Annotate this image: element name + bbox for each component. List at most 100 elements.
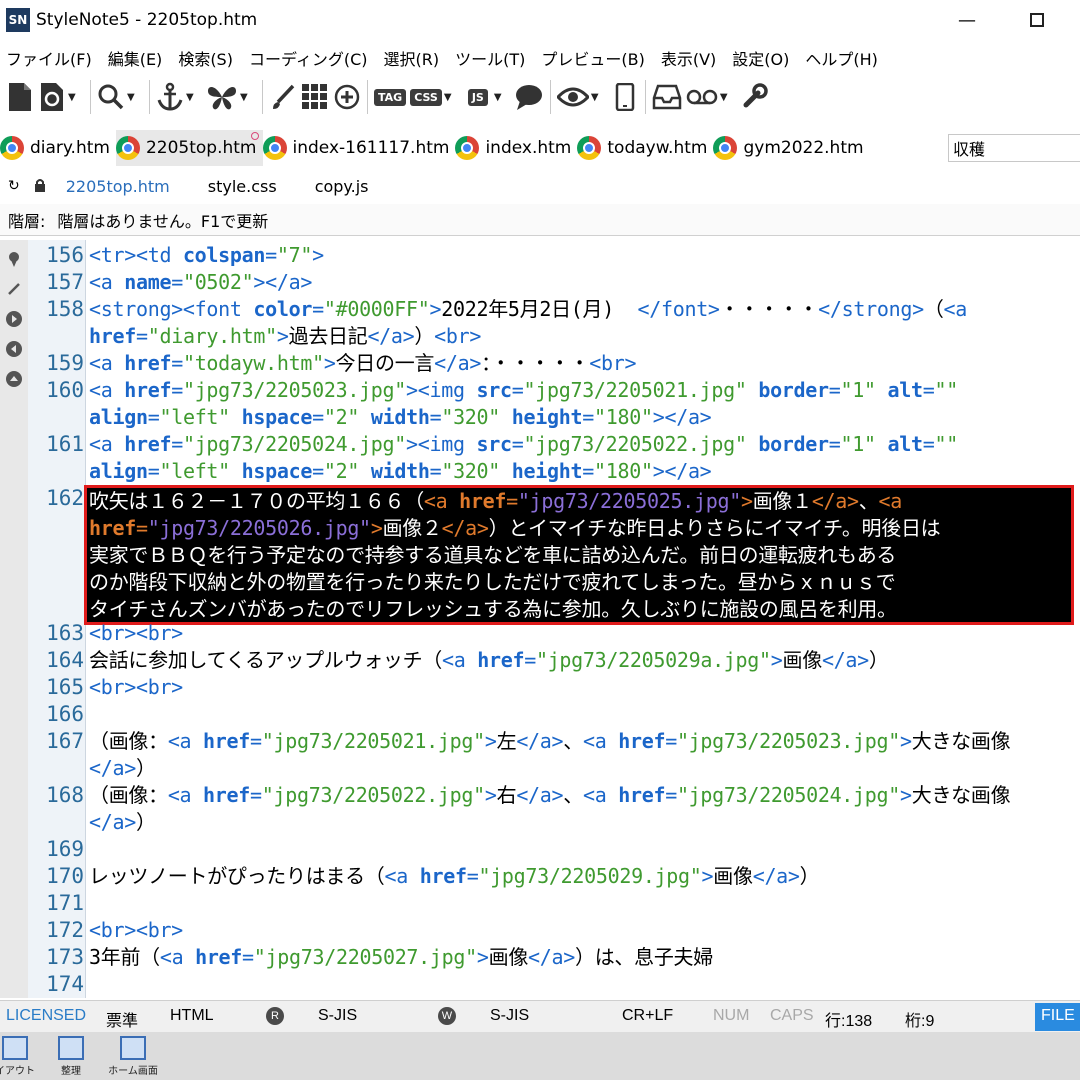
syntax-status[interactable]: HTML	[170, 1007, 214, 1025]
mode-status[interactable]: 票準	[106, 1007, 138, 1031]
grid-button[interactable]	[301, 77, 329, 117]
menu-tools[interactable]: ツール(T)	[449, 46, 535, 70]
code-line[interactable]: </a>）	[89, 809, 156, 836]
next-circle-icon[interactable]	[5, 310, 23, 328]
refresh-icon[interactable]: ↻	[8, 178, 20, 194]
menu-settings[interactable]: 設定(O)	[726, 46, 799, 70]
tab-diary[interactable]: diary.htm	[0, 130, 116, 166]
css-button[interactable]: CSS	[410, 77, 442, 117]
code-line[interactable]: <a name="0502"></a>	[89, 269, 312, 296]
code-line[interactable]: 会話に参加してくるアップルウォッチ（<a href="jpg73/2205029…	[89, 647, 889, 674]
menu-help[interactable]: ヘルプ(H)	[799, 46, 888, 70]
chevron-down-icon[interactable]: ▼	[68, 92, 82, 103]
open-file-button[interactable]	[38, 77, 66, 117]
write-encoding-group[interactable]: W	[438, 1007, 456, 1025]
code-line[interactable]: href="diary.htm">過去日記</a>）<br>	[89, 323, 481, 350]
taskbar-home[interactable]: ホーム画面	[98, 1036, 168, 1077]
related-file-copy-js[interactable]: copy.js	[315, 177, 369, 196]
maximize-icon	[1030, 13, 1044, 27]
menu-coding[interactable]: コーディング(C)	[243, 46, 378, 70]
file-status-badge[interactable]: FILE	[1035, 1003, 1080, 1031]
voicemail-button[interactable]	[686, 77, 718, 117]
code-line[interactable]: <a href="jpg73/2205023.jpg"><img src="jp…	[89, 377, 958, 404]
menu-file[interactable]: ファイル(F)	[0, 46, 102, 70]
search-button[interactable]	[97, 77, 125, 117]
line-number: 166	[46, 702, 84, 726]
comment-button[interactable]	[514, 77, 544, 117]
code-line[interactable]: 3年前（<a href="jpg73/2205027.jpg">画像</a>）は…	[89, 944, 713, 971]
pen-icon[interactable]	[5, 280, 23, 298]
code-line[interactable]: <br><br>	[89, 674, 183, 701]
read-encoding-group[interactable]: R	[266, 1007, 284, 1025]
anchor-button[interactable]	[156, 77, 184, 117]
code-line[interactable]: <a href="todayw.htm">今日の一言</a>：・・・・・<br>	[89, 350, 637, 377]
read-encoding[interactable]: S-JIS	[318, 1007, 357, 1025]
code-line[interactable]: 吹矢は１６２－１７０の平均１６６（<a href="jpg73/2205025.…	[89, 488, 902, 515]
code-line[interactable]: <tr><td colspan="7">	[89, 242, 324, 269]
code-line[interactable]: <br><br>	[89, 917, 183, 944]
maximize-button[interactable]	[1025, 8, 1049, 32]
chevron-down-icon[interactable]: ▼	[720, 92, 734, 103]
num-lock-status: NUM	[713, 1007, 750, 1024]
previous-circle-icon[interactable]	[5, 340, 23, 358]
chevron-down-icon[interactable]: ▼	[240, 92, 254, 103]
pin-icon[interactable]	[5, 250, 23, 268]
write-encoding[interactable]: S-JIS	[490, 1007, 529, 1025]
js-button[interactable]: JS	[464, 77, 492, 117]
menu-select[interactable]: 選択(R)	[378, 46, 450, 70]
code-line[interactable]: （画像：<a href="jpg73/2205021.jpg">左</a>、<a…	[89, 728, 1011, 755]
speech-bubble-icon	[515, 85, 542, 110]
brush-button[interactable]	[269, 77, 297, 117]
menu-edit[interactable]: 編集(E)	[102, 46, 173, 70]
menu-preview[interactable]: プレビュー(B)	[535, 46, 654, 70]
chevron-down-icon[interactable]: ▼	[494, 92, 508, 103]
menu-view[interactable]: 表示(V)	[655, 46, 726, 70]
preview-button[interactable]	[556, 77, 589, 117]
new-file-button[interactable]	[6, 77, 34, 117]
code-line[interactable]: <strong><font color="#0000FF">2022年5月2日(…	[89, 296, 967, 323]
mobile-preview-button[interactable]	[611, 77, 639, 117]
code-line[interactable]: タイチさんズンバがあったのでリフレッシュする為に参加。久しぶりに施設の風呂を利用…	[89, 596, 897, 623]
code-line[interactable]: 実家でＢＢＱを行う予定なので持参する道具などを車に詰め込んだ。前日の運転疲れもあ…	[89, 542, 896, 569]
chrome-icon	[577, 136, 602, 160]
tab-todayw[interactable]: todayw.htm	[577, 130, 713, 166]
tag-button[interactable]: TAG	[374, 77, 407, 117]
add-button[interactable]	[333, 77, 361, 117]
tab-index-161117[interactable]: index-161117.htm	[262, 130, 456, 166]
tab-gym2022[interactable]: gym2022.htm	[713, 130, 869, 166]
hierarchy-text[interactable]: 階層はありません。F1で更新	[57, 208, 268, 232]
chevron-down-icon[interactable]: ▼	[127, 92, 141, 103]
js-icon: JS	[467, 88, 488, 106]
newline-status[interactable]: CR+LF	[622, 1007, 673, 1025]
butterfly-button[interactable]	[206, 77, 238, 117]
code-line[interactable]: href="jpg73/2205026.jpg">画像２</a>）とイマイチな昨…	[89, 515, 941, 542]
search-input[interactable]	[948, 134, 1080, 162]
tab-2205top[interactable]: 2205top.htm	[115, 130, 263, 166]
code-line[interactable]: align="left" hspace="2" width="320" heig…	[89, 404, 712, 431]
menu-search[interactable]: 検索(S)	[172, 46, 243, 70]
taskbar-organize[interactable]: 整理	[36, 1036, 106, 1077]
chevron-down-icon[interactable]: ▼	[186, 92, 200, 103]
tab-index[interactable]: index.htm	[455, 130, 577, 166]
hierarchy-label: 階層:	[8, 211, 46, 231]
minimize-button[interactable]: —	[955, 8, 979, 32]
related-file-style-css[interactable]: style.css	[208, 177, 277, 196]
code-line[interactable]: レッツノートがぴったりはまる（<a href="jpg73/2205029.jp…	[89, 863, 820, 890]
plus-circle-icon	[334, 84, 360, 110]
code-line[interactable]: align="left" hspace="2" width="320" heig…	[89, 458, 712, 485]
inbox-button[interactable]	[652, 77, 682, 117]
code-line[interactable]: （画像：<a href="jpg73/2205022.jpg">右</a>、<a…	[89, 782, 1011, 809]
line-number: 173	[46, 945, 84, 969]
up-circle-icon[interactable]	[5, 370, 23, 388]
voicemail-icon	[686, 89, 718, 105]
selected-text-highlight[interactable]: 吹矢は１６２－１７０の平均１６６（<a href="jpg73/2205025.…	[84, 485, 1074, 625]
settings-tool-button[interactable]	[740, 77, 768, 117]
toolbar-separator	[644, 80, 646, 114]
chevron-down-icon[interactable]: ▼	[591, 92, 605, 103]
code-line[interactable]: </a>）	[89, 755, 156, 782]
code-line[interactable]: <br><br>	[89, 620, 183, 647]
related-file-2205top[interactable]: 2205top.htm	[66, 177, 170, 196]
code-line[interactable]: のか階段下収納と外の物置を行ったり来たりしただけで疲れてしまった。昼からｘｎｕｓ…	[89, 569, 896, 596]
chevron-down-icon[interactable]: ▼	[444, 92, 458, 103]
code-line[interactable]: <a href="jpg73/2205024.jpg"><img src="jp…	[89, 431, 958, 458]
